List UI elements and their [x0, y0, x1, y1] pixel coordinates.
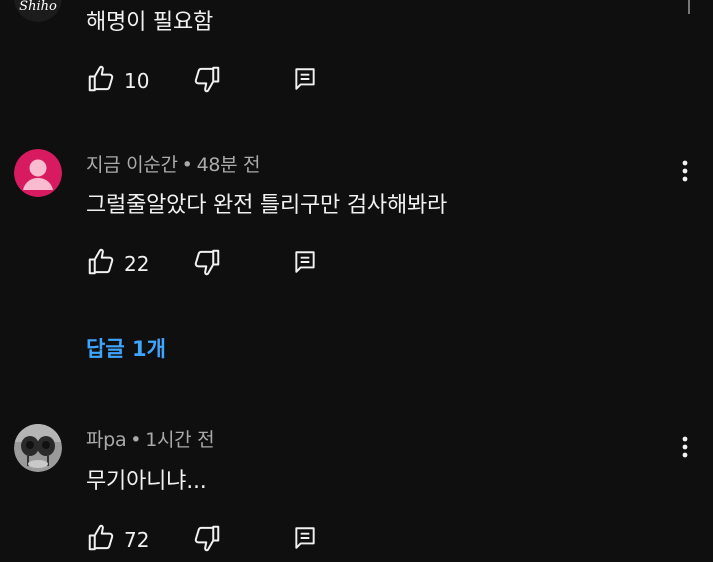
- comment-author[interactable]: 지금 이순간: [86, 154, 178, 176]
- like-count: 22: [124, 252, 150, 276]
- like-count: 72: [124, 528, 150, 552]
- like-button[interactable]: 72: [86, 523, 150, 557]
- dislike-button[interactable]: [192, 249, 222, 279]
- comment-3-meta: 파pa • 1시간 전: [86, 425, 215, 452]
- comment-2-text: 그럴줄알았다 완전 틀리구만 검사해봐라: [86, 193, 448, 218]
- meta-separator: •: [181, 154, 193, 176]
- thumbs-up-icon: [86, 64, 116, 98]
- reply-icon: [292, 66, 318, 96]
- thumbs-up-icon: [86, 523, 116, 557]
- comment-3-more-button[interactable]: [670, 434, 700, 464]
- comment-1-avatar[interactable]: Shiho: [14, 0, 62, 22]
- reply-icon: [292, 525, 318, 555]
- comment-time[interactable]: 48분 전: [197, 154, 261, 176]
- scroll-edge-indicator: [688, 0, 690, 14]
- comment-time[interactable]: 1시간 전: [145, 429, 214, 451]
- dislike-button[interactable]: [192, 66, 222, 96]
- thumbs-down-icon: [192, 523, 222, 557]
- comment-2-avatar[interactable]: [14, 149, 62, 197]
- thumbs-down-icon: [192, 64, 222, 98]
- more-vert-icon: [682, 435, 688, 463]
- more-vert-icon: [682, 159, 688, 187]
- like-count: 10: [124, 69, 150, 93]
- dislike-button[interactable]: [192, 525, 222, 555]
- user-photo-avatar: [14, 424, 62, 472]
- like-button[interactable]: 22: [86, 247, 150, 281]
- avatar-badge-text: Shiho: [19, 0, 57, 14]
- meta-separator: •: [130, 429, 142, 451]
- comment-2-meta: 지금 이순간 • 48분 전: [86, 150, 261, 177]
- reply-icon: [292, 249, 318, 279]
- comment-3-avatar[interactable]: [14, 424, 62, 472]
- reply-button[interactable]: [292, 249, 318, 279]
- comment-author[interactable]: 파pa: [86, 429, 127, 451]
- thumbs-down-icon: [192, 247, 222, 281]
- avatar-image: Shiho: [14, 0, 62, 22]
- default-avatar-icon: [14, 149, 62, 197]
- comment-2-more-button[interactable]: [670, 158, 700, 188]
- comment-2-actions: 22: [86, 247, 346, 281]
- view-replies-link[interactable]: 답글 1개: [86, 333, 166, 363]
- comments-screen: Shiho 해명이 필요함 10 지금 이순간 • 48분 전 그럴줄알았다 완…: [0, 0, 713, 562]
- comment-3-text: 무기아니냐...: [86, 469, 207, 494]
- comment-1-actions: 10: [86, 64, 346, 98]
- reply-button[interactable]: [292, 525, 318, 555]
- comment-3-actions: 72: [86, 523, 346, 557]
- comment-1-text: 해명이 필요함: [86, 10, 214, 35]
- like-button[interactable]: 10: [86, 64, 150, 98]
- thumbs-up-icon: [86, 247, 116, 281]
- reply-button[interactable]: [292, 66, 318, 96]
